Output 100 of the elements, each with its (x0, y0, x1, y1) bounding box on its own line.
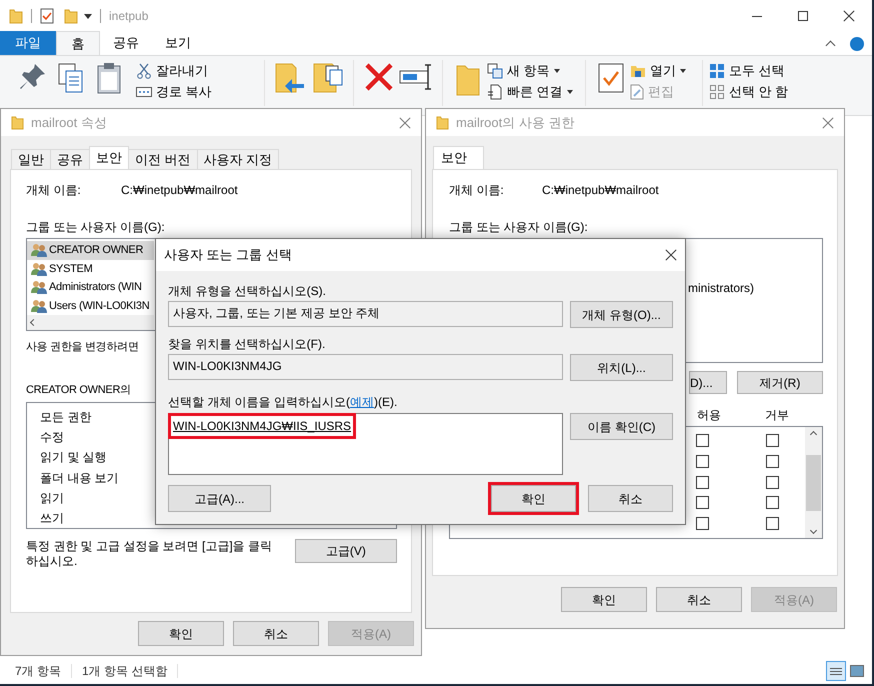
caret-icon (554, 68, 560, 72)
examples-link[interactable]: 예제 (350, 393, 374, 409)
select-all-icon (709, 62, 725, 78)
advanced-button[interactable]: 고급(V) (294, 539, 397, 563)
copy-icon[interactable] (57, 62, 85, 94)
dialog-button[interactable]: 확인 (491, 485, 576, 512)
caret-icon (680, 68, 686, 72)
maximize-icon[interactable] (798, 11, 808, 21)
window-title: 사용자 또는 그룹 선택 (164, 246, 292, 264)
location-field: WIN-LO0KI3NM4JG (168, 354, 563, 380)
status-text: 7개 항목 (15, 663, 62, 680)
field-label: 개체 이름: (26, 182, 82, 199)
field-label: )(E). (374, 394, 398, 409)
checkbox[interactable] (696, 496, 709, 510)
permission-name: 읽기 및 실행 (40, 449, 107, 466)
checkbox[interactable] (766, 454, 779, 468)
help-icon[interactable] (850, 37, 864, 51)
tab[interactable]: 공유 (50, 149, 90, 169)
user-row[interactable]: SYSTEM (27, 260, 154, 278)
close-icon[interactable] (843, 10, 855, 22)
add-button[interactable]: D)... (689, 371, 727, 394)
user-name: ministrators) (688, 281, 754, 295)
checkbox[interactable] (766, 434, 779, 447)
hint-text: 특정 권한 및 고급 설정을 보려면 [고급]을 클릭 하십시오. (26, 539, 274, 569)
checkbox[interactable] (766, 476, 779, 489)
tab[interactable]: 사용자 지정 (196, 149, 280, 169)
checkbox[interactable] (696, 476, 709, 489)
ribbon-tab[interactable]: 파일 (0, 31, 56, 55)
remove-button[interactable]: 제거(R) (737, 371, 823, 394)
tab[interactable]: 보안 (89, 146, 129, 169)
field-label: 그룹 또는 사용자 이름(G): (26, 219, 166, 234)
tab[interactable]: 일반 (11, 149, 51, 169)
select-none-icon (709, 84, 725, 100)
dialog-button[interactable]: 취소 (233, 621, 319, 646)
delete-icon[interactable] (364, 62, 394, 92)
object-path: C:₩inetpub₩mailroot (542, 182, 659, 199)
check-names-button[interactable]: 이름 확인(C) (570, 413, 673, 440)
object-path: C:₩inetpub₩mailroot (121, 182, 238, 199)
advanced-button[interactable]: 고급(A)... (168, 485, 271, 512)
ribbon-button[interactable]: 모두 선택 (709, 60, 788, 81)
folder-icon (9, 8, 23, 24)
checkbox[interactable] (696, 454, 709, 468)
dialog-button[interactable]: 취소 (656, 587, 742, 612)
field-label: CREATOR OWNER의 (26, 383, 131, 398)
tab[interactable]: 보안 (433, 146, 484, 169)
permission-name: 쓰기 (40, 510, 64, 527)
ribbon-button[interactable]: 빠른 연결 (487, 81, 579, 102)
scissors-icon (136, 62, 152, 78)
hint-text: 사용 권한을 변경하려면 (26, 340, 139, 355)
properties-icon[interactable] (40, 8, 54, 24)
permission-name: 폴더 내용 보기 (40, 470, 119, 487)
object-names-field[interactable]: WIN-LO0KI3NM4JG₩IIS_IUSRS (168, 413, 563, 475)
user-row[interactable]: CREATOR OWNER (27, 241, 154, 260)
checkbox[interactable] (766, 517, 779, 530)
window-title: mailroot 속성 (31, 114, 107, 132)
close-icon[interactable] (665, 249, 677, 261)
status-text: 1개 항목 선택함 (82, 663, 168, 680)
folder-open-icon (630, 64, 646, 78)
field-label: 선택할 개체 이름을 입력하십시오( (168, 394, 350, 409)
field-label: 그룹 또는 사용자 이름(G): (449, 219, 589, 234)
ribbon-button[interactable]: 새 항목 (487, 60, 579, 81)
ribbon-button[interactable]: 잘라내기 (136, 60, 258, 81)
locations-button[interactable]: 위치(L)... (570, 354, 673, 381)
field-label: 찾을 위치를 선택하십시오(F). (168, 336, 326, 351)
clipboard-icon[interactable] (95, 62, 123, 94)
ribbon-tab[interactable]: 공유 (100, 31, 152, 55)
field-label: 개체 유형을 선택하십시오(S). (168, 283, 327, 298)
properties-icon[interactable] (597, 62, 625, 94)
permission-name: 수정 (40, 429, 64, 446)
ribbon-tab[interactable]: 홈 (56, 31, 100, 55)
caret-icon[interactable] (84, 14, 92, 18)
folder-icon (436, 115, 449, 130)
checkbox[interactable] (696, 434, 709, 447)
shortcut-icon (487, 84, 503, 100)
caret-icon (566, 90, 573, 94)
column-header: 거부 (765, 407, 789, 422)
users-icon (31, 243, 47, 258)
dialog-button[interactable]: 확인 (561, 587, 647, 612)
ribbon-button[interactable]: 열기 (630, 60, 696, 81)
edit-icon (630, 84, 644, 100)
horizontal-scrollbar[interactable] (27, 315, 154, 330)
ribbon-tab[interactable]: 보기 (152, 31, 204, 55)
checkbox[interactable] (696, 517, 709, 530)
ribbon-button[interactable]: 경로 복사 (136, 81, 258, 102)
tab[interactable]: 이전 버전 (128, 149, 198, 169)
window-title: inetpub (109, 8, 148, 25)
user-row[interactable]: Users (WIN-LO0KI3N (27, 296, 154, 316)
vertical-scrollbar[interactable] (805, 427, 822, 538)
move-to-icon[interactable] (274, 62, 306, 94)
user-row[interactable]: Administrators (WIN (27, 278, 154, 297)
column-header: 허용 (697, 407, 721, 422)
details-view-icon[interactable] (826, 661, 846, 681)
thumbnail-view-icon[interactable] (850, 665, 864, 677)
users-icon (31, 262, 47, 276)
object-types-button[interactable]: 개체 유형(O)... (570, 301, 673, 328)
copy-to-icon[interactable] (312, 62, 344, 94)
dialog-button[interactable]: 확인 (138, 621, 224, 646)
ribbon-button[interactable]: 선택 안 함 (709, 81, 788, 102)
dialog-button[interactable]: 취소 (588, 485, 673, 512)
checkbox[interactable] (766, 496, 779, 510)
